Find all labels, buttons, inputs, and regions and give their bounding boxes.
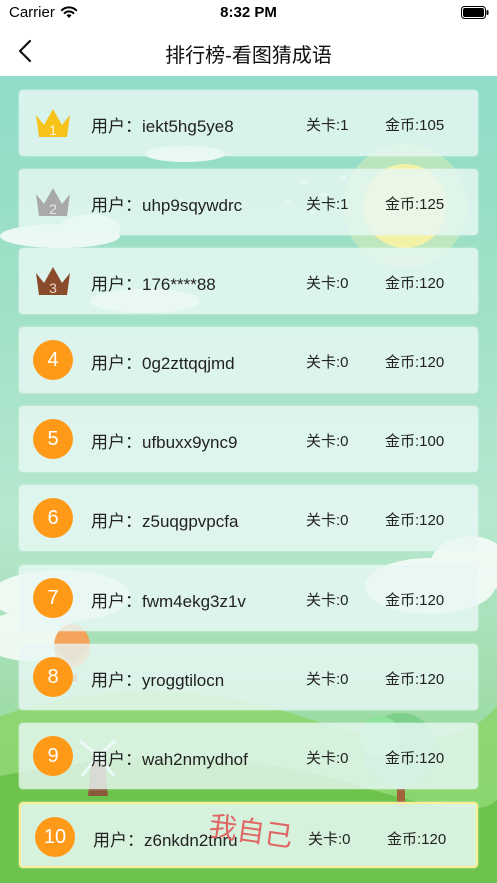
rank-badge: 7 — [33, 578, 73, 618]
coin-value: 金币:120 — [385, 512, 445, 529]
username: 用户：uhp9sqywdrc — [91, 196, 243, 215]
coin-value: 金币:120 — [385, 275, 445, 292]
level-value: 关卡:1 — [306, 196, 349, 213]
list-item[interactable]: 5 用户：ufbuxx9ync9 关卡:0 金币:100 — [19, 406, 478, 472]
coin-value: 金币:120 — [385, 671, 445, 688]
username: 用户：wah2nmydhof — [91, 750, 248, 769]
rank-badge: 9 — [33, 736, 73, 776]
level-value: 关卡:0 — [306, 275, 349, 292]
status-time: 8:32 PM — [220, 4, 277, 21]
svg-text:2: 2 — [49, 201, 57, 217]
username: 用户：0g2zttqqjmd — [91, 354, 235, 373]
coin-value: 金币:120 — [387, 831, 447, 848]
page-title: 排行榜-看图猜成语 — [165, 45, 332, 67]
gold-crown-icon: 1 — [36, 109, 70, 138]
rank-badge: 5 — [33, 419, 73, 459]
rank-badge: 8 — [33, 657, 73, 697]
rank-badge: 10 — [35, 817, 75, 857]
list-item[interactable]: 1 用户：iekt5hg5ye8 关卡:1 金币:105 — [19, 90, 478, 156]
navigation-bar: 排行榜-看图猜成语 — [0, 26, 497, 76]
coin-value: 金币:105 — [385, 117, 445, 134]
level-value: 关卡:1 — [306, 117, 349, 134]
list-item[interactable]: 8 用户：yroggtilocn 关卡:0 金币:120 — [19, 644, 478, 710]
coin-value: 金币:120 — [385, 354, 445, 371]
rank-badge: 4 — [33, 340, 73, 380]
username: 用户：176****88 — [91, 275, 216, 294]
rank-badge: 6 — [33, 498, 73, 538]
list-item-self[interactable]: 10 用户：z6nkdn2tnru 我自己 关卡:0 金币:120 — [19, 802, 478, 868]
level-value: 关卡:0 — [306, 592, 349, 609]
list-item[interactable]: 6 用户：z5uqgpvpcfa 关卡:0 金币:120 — [19, 485, 478, 551]
silver-crown-icon: 2 — [36, 188, 70, 217]
username: 用户：iekt5hg5ye8 — [91, 117, 234, 136]
level-value: 关卡:0 — [306, 512, 349, 529]
level-value: 关卡:0 — [306, 354, 349, 371]
list-item[interactable]: 9 用户：wah2nmydhof 关卡:0 金币:120 — [19, 723, 478, 789]
level-value: 关卡:0 — [306, 750, 349, 767]
leaderboard-list: 1 用户：iekt5hg5ye8 关卡:1 金币:105 2 用户：uhp9sq… — [0, 76, 497, 883]
coin-value: 金币:100 — [385, 433, 445, 450]
leaderboard-content[interactable]: 1 用户：iekt5hg5ye8 关卡:1 金币:105 2 用户：uhp9sq… — [0, 76, 497, 883]
username: 用户：z5uqgpvpcfa — [91, 512, 239, 531]
list-item[interactable]: 2 用户：uhp9sqywdrc 关卡:1 金币:125 — [19, 169, 478, 235]
bronze-crown-icon: 3 — [36, 267, 70, 296]
coin-value: 金币:120 — [385, 750, 445, 767]
username: 用户：ufbuxx9ync9 — [91, 433, 238, 452]
coin-value: 金币:120 — [385, 592, 445, 609]
list-item[interactable]: 3 用户：176****88 关卡:0 金币:120 — [19, 248, 478, 314]
svg-text:3: 3 — [49, 280, 57, 296]
list-item[interactable]: 4 用户：0g2zttqqjmd 关卡:0 金币:120 — [19, 327, 478, 393]
coin-value: 金币:125 — [385, 196, 445, 213]
level-value: 关卡:0 — [308, 831, 351, 848]
svg-text:1: 1 — [49, 122, 57, 138]
username: 用户：fwm4ekg3z1v — [91, 592, 246, 611]
level-value: 关卡:0 — [306, 433, 349, 450]
level-value: 关卡:0 — [306, 671, 349, 688]
list-item[interactable]: 7 用户：fwm4ekg3z1v 关卡:0 金币:120 — [19, 565, 478, 631]
username: 用户：yroggtilocn — [91, 671, 225, 690]
status-bar: Carrier 8:32 PM — [0, 0, 497, 26]
battery-full-icon — [461, 6, 489, 19]
